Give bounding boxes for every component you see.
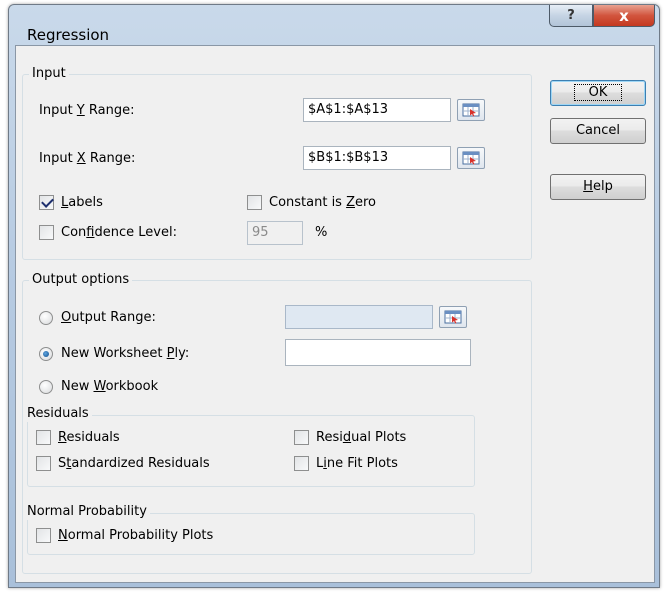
standardized-residuals-label[interactable]: Standardized Residuals bbox=[58, 456, 210, 472]
input-x-range-field[interactable]: $B$1:$B$13 bbox=[303, 146, 451, 170]
help-icon: ? bbox=[567, 8, 575, 23]
labels-label[interactable]: Labels bbox=[61, 195, 103, 211]
input-legend: Input bbox=[29, 66, 69, 82]
normal-probability-plots-label[interactable]: Normal Probability Plots bbox=[58, 528, 213, 544]
close-icon: x bbox=[619, 6, 629, 25]
residual-plots-checkbox[interactable] bbox=[294, 430, 309, 445]
normal-probability-group: Normal Probability Normal Probability Pl… bbox=[24, 504, 475, 555]
confidence-level-label[interactable]: Confidence Level: bbox=[61, 225, 177, 241]
input-y-range-picker[interactable] bbox=[457, 99, 485, 121]
input-x-range-label: Input X Range: bbox=[39, 151, 136, 166]
output-range-picker[interactable] bbox=[439, 306, 467, 328]
dialog-body: Input Input Y Range: $A$1:$A$13 Input X … bbox=[15, 45, 655, 583]
input-group: Input Input Y Range: $A$1:$A$13 Input X … bbox=[22, 66, 532, 260]
normal-probability-legend: Normal Probability bbox=[24, 504, 150, 520]
residuals-label[interactable]: Residuals bbox=[58, 430, 120, 446]
collapse-dialog-icon bbox=[444, 310, 462, 324]
new-worksheet-ply-field[interactable] bbox=[285, 339, 471, 366]
title-help-button[interactable]: ? bbox=[549, 5, 593, 27]
standardized-residuals-checkbox[interactable] bbox=[36, 456, 51, 471]
input-y-range-label: Input Y Range: bbox=[39, 103, 135, 118]
new-workbook-radio[interactable] bbox=[39, 380, 53, 394]
input-x-range-picker[interactable] bbox=[457, 147, 485, 169]
residuals-group: Residuals Residuals Residual Plots Stand… bbox=[24, 406, 475, 487]
residuals-checkbox[interactable] bbox=[36, 430, 51, 445]
constant-is-zero-label[interactable]: Constant is Zero bbox=[269, 195, 376, 211]
input-y-range-field[interactable]: $A$1:$A$13 bbox=[303, 98, 451, 122]
residuals-legend: Residuals bbox=[24, 406, 92, 422]
output-range-radio[interactable] bbox=[39, 311, 53, 325]
new-workbook-label[interactable]: New Workbook bbox=[61, 379, 158, 395]
title-bar[interactable]: Regression ? x bbox=[9, 5, 659, 45]
collapse-dialog-icon bbox=[462, 151, 480, 165]
output-range-label[interactable]: Output Range: bbox=[61, 310, 156, 326]
regression-dialog: Regression ? x Input Input Y Range: $A$1… bbox=[8, 4, 660, 588]
output-options-legend: Output options bbox=[29, 272, 133, 288]
new-worksheet-ply-label[interactable]: New Worksheet Ply: bbox=[61, 346, 189, 362]
confidence-level-checkbox[interactable] bbox=[39, 225, 54, 240]
new-worksheet-ply-radio[interactable] bbox=[39, 347, 53, 361]
dialog-title: Regression bbox=[27, 26, 110, 44]
line-fit-plots-checkbox[interactable] bbox=[294, 456, 309, 471]
cancel-button[interactable]: Cancel bbox=[550, 118, 646, 144]
output-range-field[interactable] bbox=[285, 305, 433, 329]
constant-is-zero-checkbox[interactable] bbox=[247, 195, 262, 210]
normal-probability-plots-checkbox[interactable] bbox=[36, 528, 51, 543]
percent-sign: % bbox=[315, 225, 328, 240]
ok-button[interactable]: OK bbox=[550, 80, 646, 106]
residual-plots-label[interactable]: Residual Plots bbox=[316, 430, 406, 446]
confidence-level-field[interactable]: 95 bbox=[247, 221, 303, 245]
title-close-button[interactable]: x bbox=[593, 5, 655, 27]
collapse-dialog-icon bbox=[462, 103, 480, 117]
output-options-group: Output options Output Range: New Workshe… bbox=[22, 272, 532, 574]
line-fit-plots-label[interactable]: Line Fit Plots bbox=[316, 456, 398, 472]
labels-checkbox[interactable] bbox=[39, 195, 54, 210]
help-button[interactable]: Help bbox=[550, 174, 646, 200]
